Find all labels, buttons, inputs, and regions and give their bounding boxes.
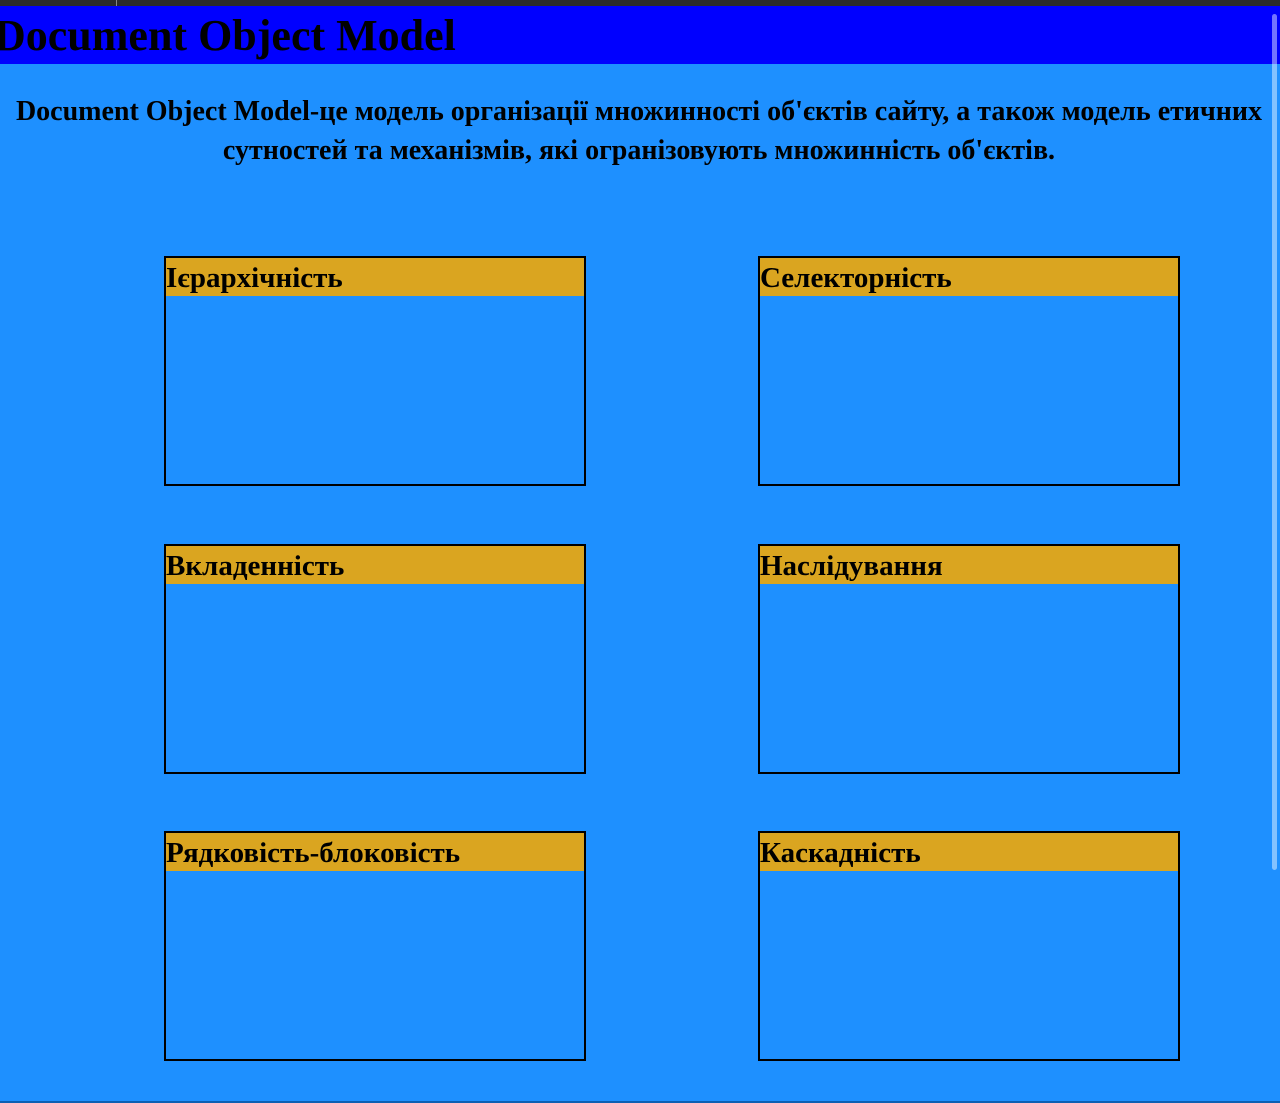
card-body <box>166 296 584 484</box>
card-body <box>760 584 1178 772</box>
card-title: Каскадність <box>760 833 1178 871</box>
card-title: Селекторність <box>760 258 1178 296</box>
card-title: Вкладенність <box>166 546 584 584</box>
card-body <box>760 871 1178 1059</box>
page-header: Document Object Model <box>0 6 1280 64</box>
scrollbar-thumb[interactable] <box>1272 14 1277 870</box>
card-hierarchy: Ієрархічність <box>164 256 586 486</box>
card-title: Ієрархічність <box>166 258 584 296</box>
card-body <box>166 584 584 772</box>
vertical-scrollbar[interactable] <box>1268 6 1280 1103</box>
card-inline-block: Рядковість-блоковість <box>164 831 586 1061</box>
card-title: Наслідування <box>760 546 1178 584</box>
card-inheritance: Наслідування <box>758 544 1180 774</box>
card-selectors: Селекторність <box>758 256 1180 486</box>
intro-text: Document Object Model-це модель організа… <box>15 96 1263 166</box>
card-title: Рядковість-блоковість <box>166 833 584 871</box>
card-body <box>166 871 584 1059</box>
page-title: Document Object Model <box>0 11 456 60</box>
card-cascading: Каскадність <box>758 831 1180 1061</box>
card-nesting: Вкладенність <box>164 544 586 774</box>
card-body <box>760 296 1178 484</box>
